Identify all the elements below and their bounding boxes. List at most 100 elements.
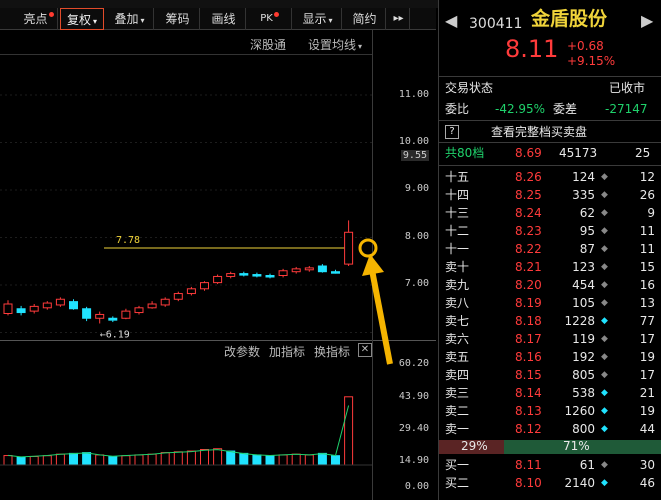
ask-row[interactable]: 卖三 8.14 538 ◆ 21 [439,384,661,402]
diamond-icon: ◆ [601,298,608,308]
volume-bar[interactable] [16,456,26,466]
candle-body[interactable] [239,273,249,276]
sell-share-pct: 29% [461,439,488,453]
volume-bar[interactable] [29,455,39,466]
volume-bar[interactable] [147,453,157,466]
volume-bar[interactable] [317,452,327,466]
volume-bar[interactable] [121,455,131,466]
candle-body[interactable] [121,310,131,319]
total-vol: 45173 [559,146,598,160]
volume-bar[interactable] [304,454,314,466]
candle-body[interactable] [55,298,65,306]
ask-row[interactable]: 卖二 8.13 1260 ◆ 19 [439,402,661,420]
toolbar-btn-pk[interactable]: PK [248,8,292,30]
volume-bar[interactable] [3,455,13,466]
volume-bar[interactable] [55,453,65,466]
volume-bar[interactable] [226,450,236,466]
candle-body[interactable] [82,308,92,319]
candle-body[interactable] [317,265,327,273]
ask-row[interactable]: 卖六 8.17 119 ◆ 17 [439,330,661,348]
notify-dot-icon [273,12,279,17]
volume-bar[interactable] [265,455,275,466]
candle-body[interactable] [186,288,196,295]
volume-bar[interactable] [291,453,301,466]
ask-row[interactable]: 卖七 8.18 1228 ◆ 77 [439,312,661,330]
prev-stock-icon[interactable]: ◀ [445,12,457,30]
volume-bar[interactable] [42,455,52,466]
candle-body[interactable] [134,307,144,314]
toolbar-btn-chips[interactable]: 筹码 [156,8,200,30]
candle-body[interactable] [213,275,223,284]
volume-bar[interactable] [239,452,249,466]
ask-row[interactable]: 十四 8.25 335 ◆ 26 [439,186,661,204]
ask-row[interactable]: 卖五 8.16 192 ◆ 19 [439,348,661,366]
diamond-icon: ◆ [601,244,608,254]
next-stock-icon[interactable]: ▶ [641,12,653,30]
link-set-ma[interactable]: 设置均线 ▾ [308,36,362,53]
volume-bar[interactable] [200,449,209,466]
candle-body[interactable] [252,274,262,277]
toolbar-btn-display[interactable]: 显示 ▾ [294,8,342,30]
candle-body[interactable] [95,313,105,319]
ask-price: 8.23 [515,224,542,238]
volume-tick: 0.00 [404,481,429,492]
order-ratio-row: 委比 -42.95% 委差 -27147 [439,100,661,118]
volume-chart[interactable] [0,358,436,468]
volume-bar[interactable] [160,452,170,466]
ask-order-count: 16 [639,278,655,292]
ask-row[interactable]: 卖十 8.21 123 ◆ 15 [439,258,661,276]
candle-body[interactable] [3,303,13,314]
candle-body[interactable] [226,273,236,277]
candle-body[interactable] [200,282,209,290]
full-book-row[interactable]: ? 查看完整档买卖盘 [439,123,661,141]
volume-bar[interactable] [173,451,183,466]
candle-body[interactable] [304,267,314,271]
volume-bar[interactable] [252,454,262,466]
toolbar-btn-highlights[interactable]: 亮点 [20,8,58,30]
help-icon[interactable]: ? [445,125,459,139]
volume-bar[interactable] [82,452,92,466]
ask-row[interactable]: 十三 8.24 62 ◆ 9 [439,204,661,222]
ask-row[interactable]: 十一 8.22 87 ◆ 11 [439,240,661,258]
quote-header: ◀ 300411 金盾股份 ▶ [439,10,661,36]
volume-bar[interactable] [95,454,105,466]
volume-bar[interactable] [213,448,223,466]
candle-body[interactable] [147,303,157,309]
toolbar-btn-restore-rights[interactable]: 复权 ▾ [60,8,104,30]
candle-body[interactable] [108,317,118,321]
volume-bar[interactable] [134,454,144,466]
toolbar-btn-simple[interactable]: 简约 [344,8,386,30]
toolbar-btn-overlay[interactable]: 叠加 ▾ [106,8,154,30]
diamond-icon: ◆ [601,406,608,416]
toolbar-btn-draw-line[interactable]: 画线 [202,8,246,30]
ask-volume: 95 [579,224,595,238]
ask-row[interactable]: 卖八 8.19 105 ◆ 13 [439,294,661,312]
candle-body[interactable] [331,271,340,274]
volume-bar[interactable] [186,450,196,466]
volume-bar[interactable] [108,455,118,466]
volume-bar[interactable] [331,455,340,466]
ask-row[interactable]: 十五 8.26 124 ◆ 12 [439,168,661,186]
candle-body[interactable] [160,298,170,306]
candle-body[interactable] [42,302,52,309]
bid-row[interactable]: 买二 8.10 2140 ◆ 46 [439,474,661,492]
full-book-link[interactable]: 查看完整档买卖盘 [491,123,587,141]
last-price: 8.11 [505,35,559,63]
ask-row[interactable]: 十二 8.23 95 ◆ 11 [439,222,661,240]
candle-body[interactable] [278,270,288,276]
candle-body[interactable] [29,305,39,312]
link-shen-gu-tong[interactable]: 深股通 [250,36,286,53]
ask-row[interactable]: 卖九 8.20 454 ◆ 16 [439,276,661,294]
ask-volume: 805 [572,368,595,382]
ask-row[interactable]: 卖一 8.12 800 ◆ 44 [439,420,661,438]
ask-row[interactable]: 卖四 8.15 805 ◆ 17 [439,366,661,384]
volume-bar[interactable] [278,454,288,466]
candle-body[interactable] [173,293,183,300]
volume-bar[interactable] [69,452,78,466]
candle-body[interactable] [16,308,26,314]
candle-body[interactable] [265,275,275,278]
toolbar-btn-more[interactable]: ▸▸ [388,8,410,30]
bid-row[interactable]: 买一 8.11 61 ◆ 30 [439,456,661,474]
candle-body[interactable] [291,268,301,273]
candle-body[interactable] [69,301,78,310]
